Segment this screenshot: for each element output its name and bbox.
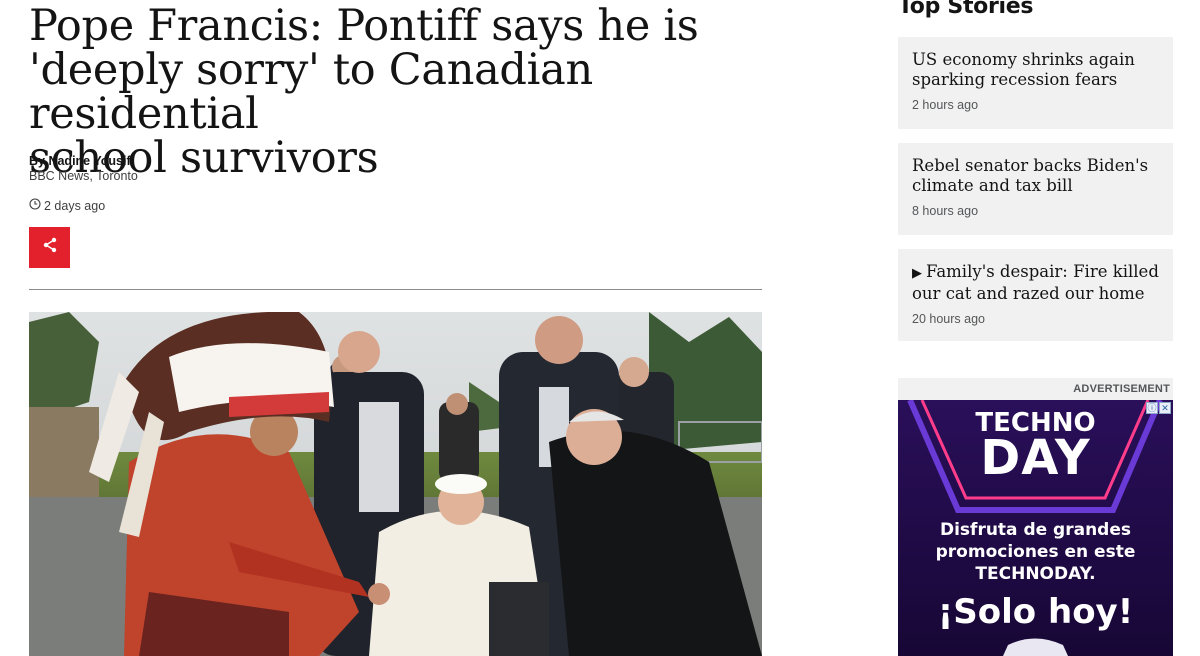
article-hero-image[interactable] <box>29 312 762 656</box>
ad-brand-line2: DAY <box>980 430 1091 486</box>
advertisement-banner[interactable]: ⓘ ✕ TECHNO DAY Disfruta de grandes promo… <box>898 400 1173 656</box>
top-story-title[interactable]: ▶ Family's despair: Fire killed our cat a… <box>912 262 1159 304</box>
ad-copy-line3: TECHNODAY. <box>975 564 1096 584</box>
top-story-title[interactable]: Rebel senator backs Biden's climate and … <box>912 156 1159 196</box>
share-button[interactable] <box>29 227 70 268</box>
top-story-time: 20 hours ago <box>912 312 985 326</box>
top-stories-heading: Top Stories <box>898 0 1034 19</box>
article-timestamp: 2 days ago <box>29 198 105 213</box>
play-icon: ▶ <box>912 266 922 281</box>
headline-divider <box>29 289 762 290</box>
ad-cta[interactable]: ¡Solo hoy! <box>898 592 1173 632</box>
top-story-card[interactable]: ▶ Family's despair: Fire killed our cat a… <box>898 249 1173 341</box>
ad-copy-line2: promociones en este <box>935 542 1136 562</box>
byline-organisation: BBC News, Toronto <box>29 169 138 183</box>
top-story-title[interactable]: US economy shrinks again sparking recess… <box>912 50 1159 90</box>
ad-copy-line1: Disfruta de grandes <box>939 520 1132 540</box>
byline-author: By Nadine Yousif <box>29 154 131 168</box>
share-icon <box>42 237 58 258</box>
advertisement-label: ADVERTISEMENT <box>898 378 1173 400</box>
article-headline: Pope Francis: Pontiff says he is 'deeply… <box>29 4 789 180</box>
top-story-card[interactable]: US economy shrinks again sparking recess… <box>898 37 1173 129</box>
headline-line: school survivors <box>29 133 379 183</box>
top-story-time: 8 hours ago <box>912 204 979 218</box>
top-story-card[interactable]: Rebel senator backs Biden's climate and … <box>898 143 1173 235</box>
top-story-time: 2 hours ago <box>912 98 979 112</box>
headline-line: 'deeply sorry' to Canadian residential <box>29 45 593 139</box>
clock-icon <box>29 198 41 213</box>
top-story-title-text: Family's despair: Fire killed our cat an… <box>912 262 1159 303</box>
headline-line: Pope Francis: Pontiff says he is <box>29 1 699 51</box>
timestamp-text: 2 days ago <box>44 198 106 213</box>
